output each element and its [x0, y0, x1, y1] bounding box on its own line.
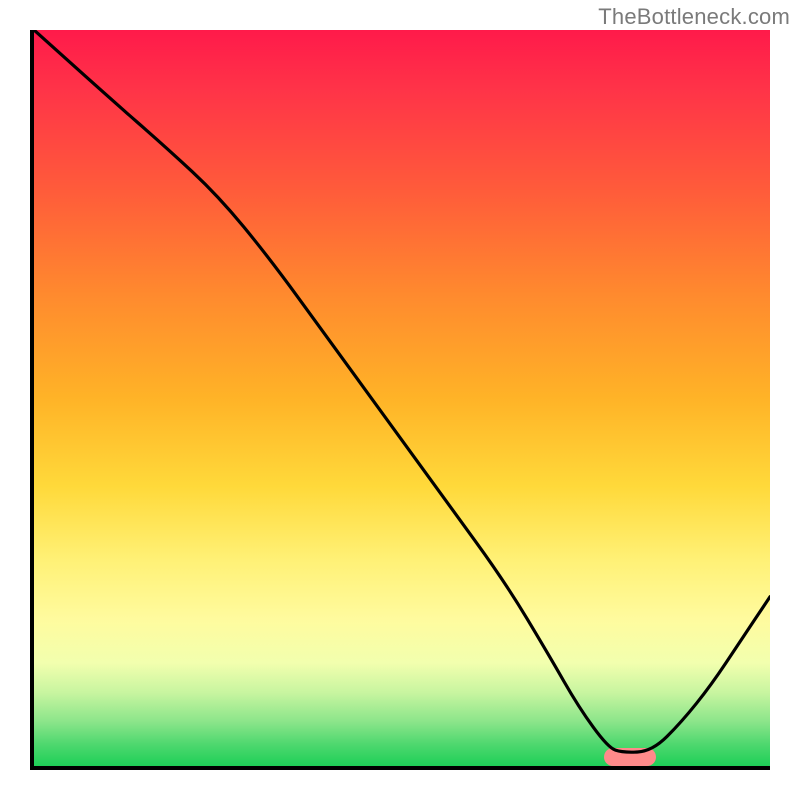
- bottleneck-curve: [34, 30, 770, 766]
- plot-area: [30, 30, 770, 770]
- watermark-text: TheBottleneck.com: [598, 4, 790, 30]
- chart-container: TheBottleneck.com: [0, 0, 800, 800]
